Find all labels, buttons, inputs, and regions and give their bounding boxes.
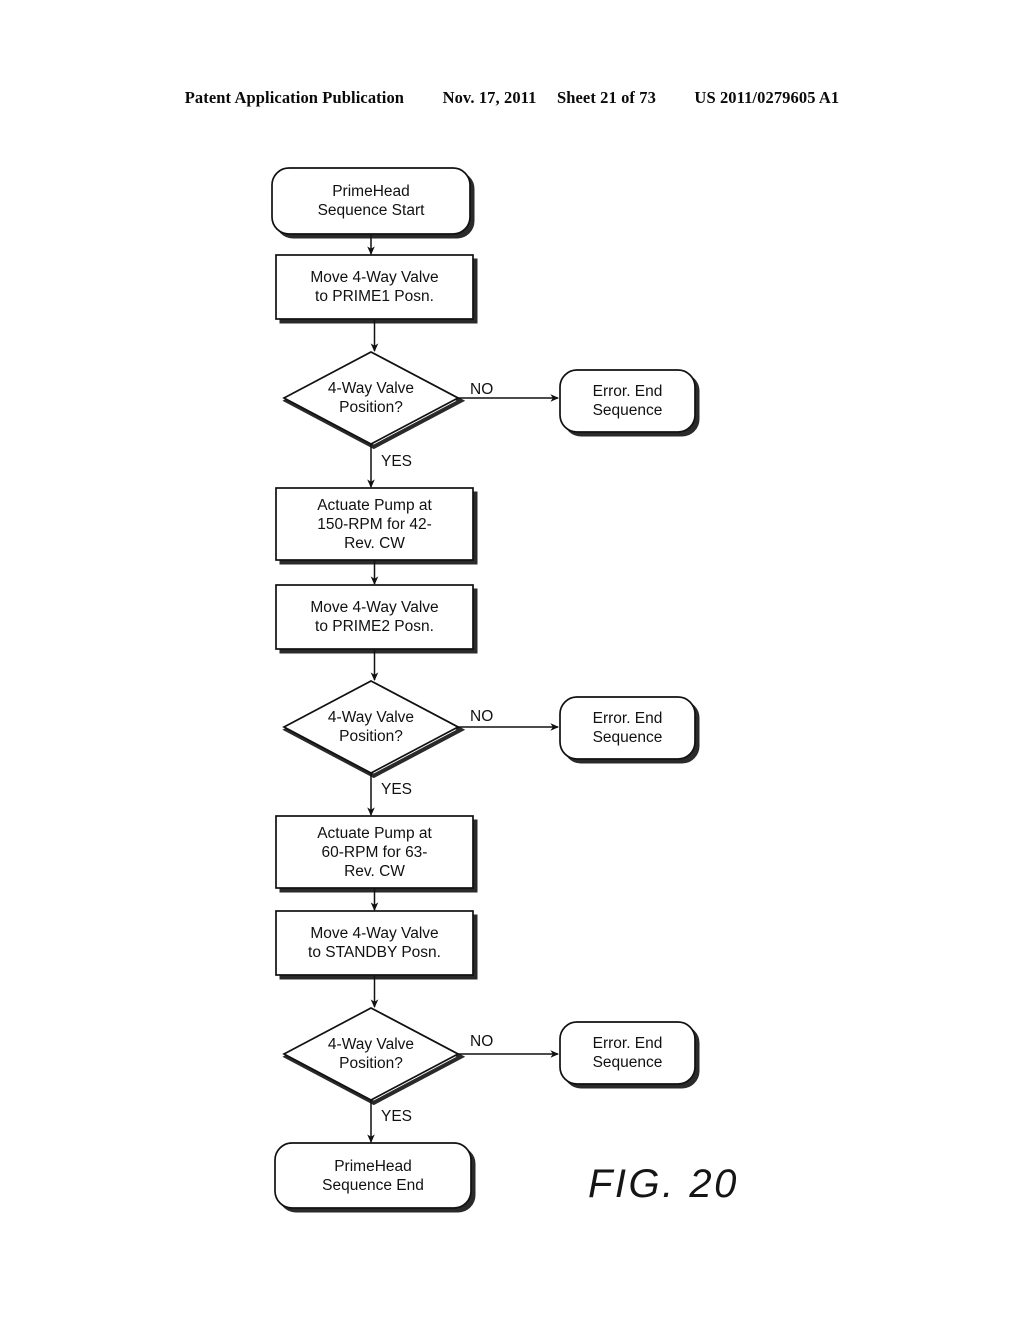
- flow-node-decide3: [282, 1007, 466, 1106]
- flow-node-start: [271, 167, 475, 239]
- flow-node-decide1: [282, 351, 466, 450]
- flowchart-canvas: [271, 167, 700, 1213]
- flow-node-valve1: [275, 254, 478, 324]
- flow-node-pump1: [275, 487, 478, 565]
- flow-node-error1: [559, 369, 700, 437]
- flow-node-error2: [559, 696, 700, 764]
- flow-node-valve2: [275, 584, 478, 654]
- flow-node-valve3: [275, 910, 478, 980]
- figure-caption: FIG. 20: [588, 1162, 739, 1206]
- flowchart-diagram: PrimeHead Sequence Start Move 4-Way Valve…: [0, 0, 1024, 1320]
- flow-node-end: [274, 1142, 476, 1213]
- flow-node-decide2: [282, 680, 466, 779]
- flow-node-pump2: [275, 815, 478, 893]
- flow-node-error3: [559, 1021, 700, 1089]
